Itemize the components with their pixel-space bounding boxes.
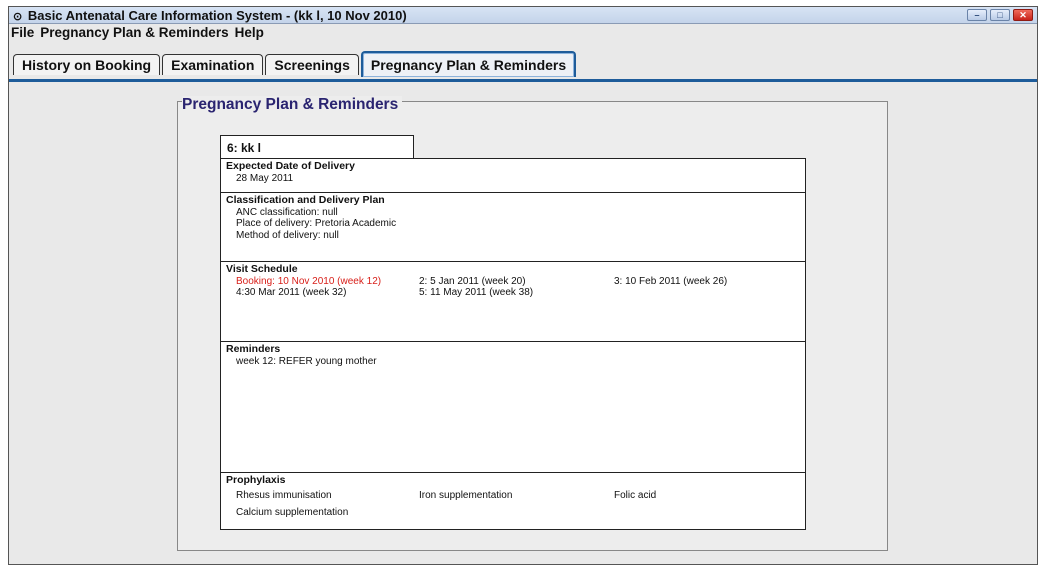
prophylaxis-iron: Iron supplementation: [419, 489, 513, 501]
minimize-icon[interactable]: –: [967, 9, 987, 21]
reminders-section: Reminders week 12: REFER young mother: [221, 341, 805, 472]
visit-item-3: 3: 10 Feb 2011 (week 26): [614, 275, 728, 287]
window-title: Basic Antenatal Care Information System …: [27, 8, 407, 23]
tab-examination[interactable]: Examination: [162, 54, 264, 75]
pregnancy-plan-panel: Pregnancy Plan & Reminders 6: kk l Expec…: [177, 96, 888, 551]
visit-schedule-title: Visit Schedule: [226, 263, 298, 275]
tab-screenings[interactable]: Screenings: [265, 54, 359, 75]
plan-sections: Expected Date of Delivery 28 May 2011 Cl…: [220, 158, 806, 530]
tab-strip: History on Booking Examination Screening…: [13, 45, 578, 77]
panel-title: Pregnancy Plan & Reminders: [182, 96, 403, 114]
menu-bar: File Pregnancy Plan & Reminders Help: [9, 24, 1037, 42]
edd-value: 28 May 2011: [236, 172, 294, 184]
classification-section: Classification and Delivery Plan ANC cla…: [221, 192, 805, 261]
tab-pregnancy-plan[interactable]: Pregnancy Plan & Reminders: [360, 51, 577, 77]
visit-schedule-section: Visit Schedule Booking: 10 Nov 2010 (wee…: [221, 261, 805, 341]
edd-section: Expected Date of Delivery 28 May 2011: [221, 159, 805, 192]
title-bar: ⊙ Basic Antenatal Care Information Syste…: [9, 7, 1037, 24]
maximize-icon[interactable]: □: [990, 9, 1010, 21]
prophylaxis-list: Rhesus immunisation Iron supplementation…: [226, 490, 800, 519]
prophylaxis-calcium: Calcium supplementation: [236, 507, 349, 518]
window-controls: – □ ✕: [967, 9, 1033, 21]
visit-item-booking: Booking: 10 Nov 2010 (week 12): [236, 275, 382, 287]
classification-title: Classification and Delivery Plan: [226, 194, 385, 206]
prophylaxis-title: Prophylaxis: [226, 474, 286, 486]
patient-label: 6: kk l: [220, 135, 414, 160]
tab-divider: [9, 79, 1037, 82]
app-icon: ⊙: [13, 11, 23, 23]
visit-list: Booking: 10 Nov 2010 (week 12) 2: 5 Jan …: [226, 276, 800, 299]
menu-file[interactable]: File: [11, 24, 34, 42]
edd-title: Expected Date of Delivery: [226, 160, 355, 172]
menu-help[interactable]: Help: [235, 24, 264, 42]
close-icon[interactable]: ✕: [1013, 9, 1033, 21]
place-of-delivery: Place of delivery: Pretoria Academic: [236, 218, 397, 229]
visit-item-2: 2: 5 Jan 2011 (week 20): [419, 275, 526, 287]
prophylaxis-section: Prophylaxis Rhesus immunisation Iron sup…: [221, 472, 805, 529]
anc-classification: ANC classification: null: [236, 206, 338, 218]
tab-history-on-booking[interactable]: History on Booking: [13, 54, 161, 75]
menu-pregnancy-plan[interactable]: Pregnancy Plan & Reminders: [40, 24, 228, 42]
reminders-title: Reminders: [226, 343, 281, 355]
method-of-delivery: Method of delivery: null: [236, 229, 339, 241]
visit-item-4: 4:30 Mar 2011 (week 32): [236, 287, 347, 298]
visit-item-5: 5: 11 May 2011 (week 38): [419, 287, 534, 298]
prophylaxis-rhesus: Rhesus immunisation: [236, 489, 332, 501]
app-window: ⊙ Basic Antenatal Care Information Syste…: [8, 6, 1038, 565]
prophylaxis-folic: Folic acid: [614, 489, 657, 501]
reminder-item: week 12: REFER young mother: [236, 355, 377, 367]
